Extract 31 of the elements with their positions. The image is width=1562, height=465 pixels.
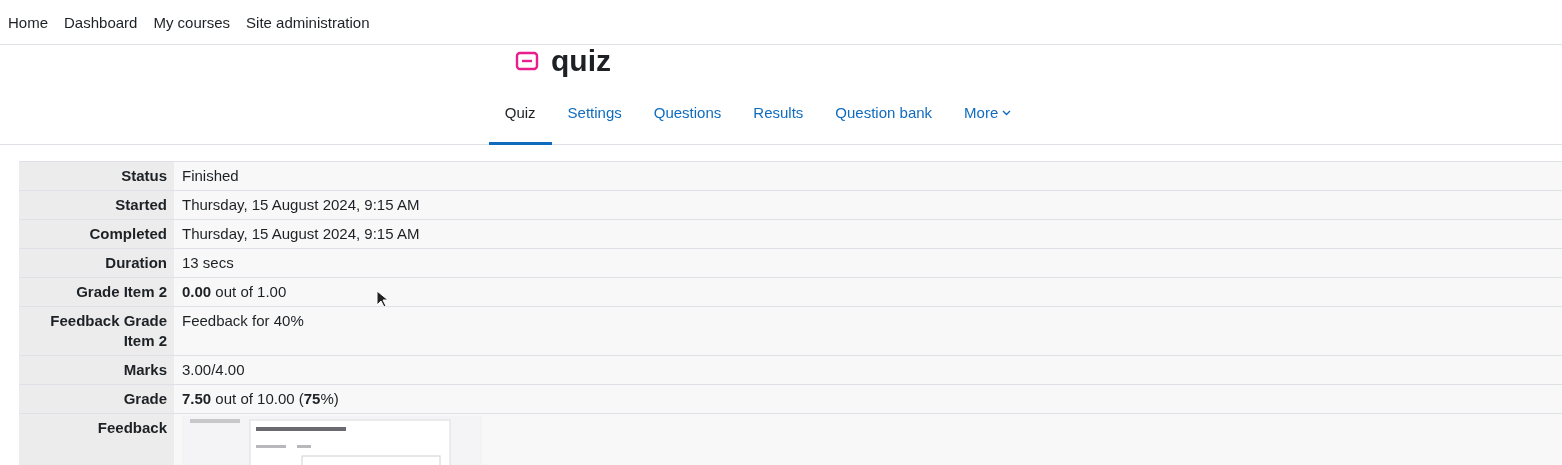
summary-value: Feedback for 40% [174,306,1562,356]
summary-label: Started [19,190,174,220]
nav-link[interactable]: Site administration [246,13,370,31]
page-title: quiz [551,46,611,76]
nav-tab[interactable]: Quiz [488,85,552,145]
caret-icon [1002,109,1012,116]
summary-label: Status [19,161,174,191]
cursor-icon [376,290,388,308]
summary-label: Duration [19,248,174,278]
nav-link[interactable]: Dashboard [64,13,138,31]
summary-value: 7.50 out of 10.00 (75%) [174,384,1562,414]
summary-value: Thursday, 15 August 2024, 9:15 AM [174,219,1562,249]
nav-tab[interactable]: Questions [637,85,738,145]
summary-label: Grade Item 2 [19,277,174,307]
summary-label: Completed [19,219,174,249]
nav-link[interactable]: Home [8,13,48,31]
summary-value: Finished [174,161,1562,191]
nav-tab[interactable]: Question bank [819,85,949,145]
summary-value: Thursday, 15 August 2024, 9:15 AM [174,190,1562,220]
summary-label: Grade [19,384,174,414]
nav-tab[interactable]: Results [737,85,820,145]
nav-tab[interactable]: More [948,85,1028,145]
summary-label: Feedback Grade Item 2 [19,306,174,356]
quiz-icon [515,51,539,71]
summary-label: Feedback [19,413,174,465]
summary-value: 13 secs [174,248,1562,278]
summary-value: 3.00/4.00 [174,355,1562,385]
nav-tab[interactable]: Settings [551,85,638,145]
summary-label: Marks [19,355,174,385]
nav-link[interactable]: My courses [153,13,231,31]
summary-value: 0.00 out of 1.00 [174,277,1562,307]
